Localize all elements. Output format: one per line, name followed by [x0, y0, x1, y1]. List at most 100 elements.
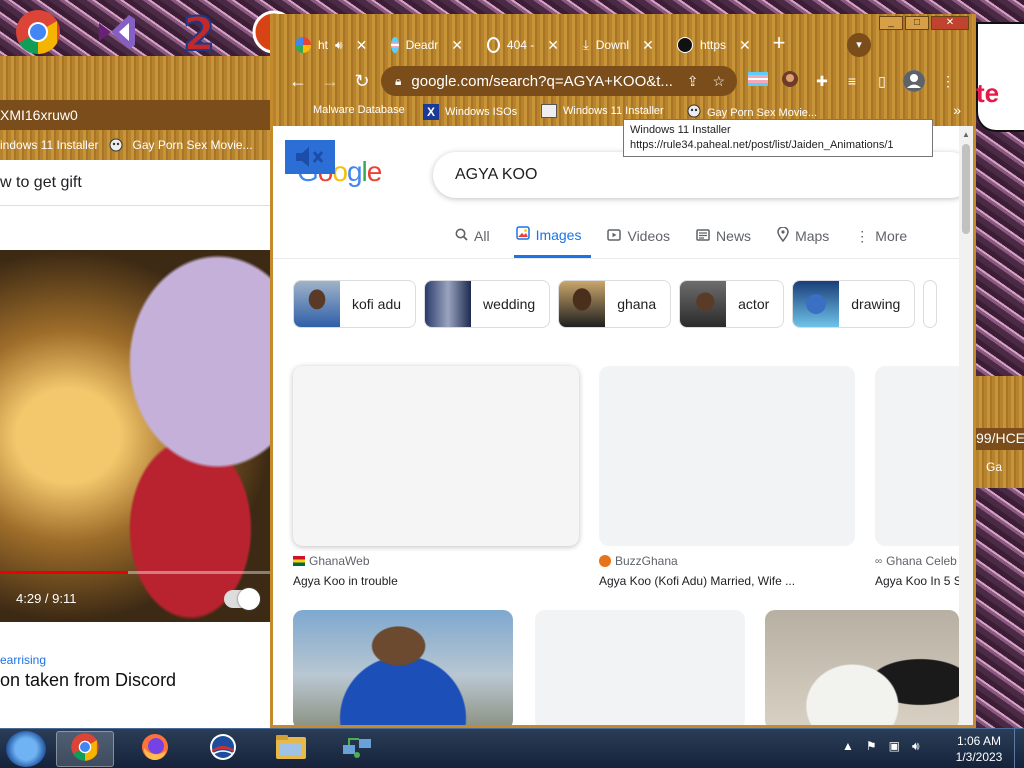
address-bar[interactable]: 🔒︎ google.com/search?q=AGYA+KOO&t... ⇪ ☆ [381, 66, 737, 96]
mascot-icon [109, 138, 123, 152]
extensions-puzzle-icon[interactable]: ✚ [811, 70, 833, 92]
close-tab-icon[interactable]: ✕ [642, 37, 654, 54]
forward-button[interactable]: → [317, 68, 343, 94]
image-result[interactable]: BuzzGhana Agya Koo (Kofi Adu) Married, W… [599, 366, 855, 588]
start-button[interactable] [6, 731, 46, 767]
tab-deadr[interactable]: Deadr ✕ [373, 32, 463, 58]
tab-videos[interactable]: Videos [605, 222, 680, 258]
chrome-window[interactable]: _ □ ✕ ht 🔊︎ ✕ Deadr ✕ 404 - ✕ ⤓ Downl ✕ … [270, 14, 976, 728]
close-button[interactable]: ✕ [931, 16, 969, 30]
side-panel-icon[interactable]: ▯ [871, 70, 893, 92]
extension-avatar-icon[interactable] [779, 70, 801, 92]
close-tab-icon[interactable]: ✕ [739, 37, 751, 54]
back-button[interactable]: ← [285, 68, 311, 94]
media-controls-icon[interactable]: ≡ [841, 70, 863, 92]
trans-flag-icon[interactable] [747, 70, 769, 92]
background-browser-window[interactable]: XMI16xruw0 indows 11 Installer Gay Porn … [0, 56, 272, 728]
speaker-icon[interactable]: 🔊︎ [335, 38, 343, 53]
reload-button[interactable]: ↻ [349, 68, 375, 94]
scroll-up-arrow-icon[interactable]: ▲ [962, 130, 970, 139]
chip-ghana[interactable]: ghana [558, 280, 672, 328]
visual-studio-icon[interactable] [90, 6, 142, 58]
number-two-icon[interactable]: 2 [172, 6, 224, 58]
taskbar-firefox[interactable] [126, 731, 184, 767]
tab-news[interactable]: News [694, 222, 761, 258]
image-result-photo[interactable] [293, 610, 513, 725]
bookmark-label[interactable]: Ga [986, 460, 1002, 474]
chip-actor[interactable]: actor [679, 280, 785, 328]
background-window-right[interactable]: te 99/HCE Ga [976, 0, 1024, 728]
lock-icon[interactable]: 🔒︎ [395, 74, 401, 89]
profile-avatar-icon[interactable] [903, 70, 925, 92]
chip-wedding[interactable]: wedding [424, 280, 551, 328]
chip-partial[interactable] [923, 280, 938, 328]
tab-search-button[interactable]: ▾ [847, 33, 871, 57]
new-tab-button[interactable]: + [767, 32, 791, 56]
show-desktop-button[interactable] [1014, 729, 1024, 768]
volume-icon[interactable]: 🔊︎ [912, 739, 920, 754]
image-result-placeholder[interactable] [535, 610, 745, 725]
tab-images[interactable]: Images [513, 222, 592, 258]
video-progress-bar[interactable] [0, 571, 272, 574]
result-title[interactable]: Agya Koo In 5 S [875, 574, 959, 588]
background-window-url[interactable]: XMI16xruw0 [0, 100, 272, 130]
video-channel[interactable]: earrising [0, 653, 46, 667]
network-tray-icon[interactable]: ▣ [889, 739, 900, 754]
background-window-url[interactable]: 99/HCE [976, 428, 1024, 450]
bookmark-star-icon[interactable]: ☆ [712, 73, 725, 90]
muted-speaker-icon[interactable] [285, 140, 335, 174]
clock[interactable]: 1:06 AM 1/3/2023 [944, 733, 1014, 765]
result-image-placeholder[interactable] [875, 366, 959, 546]
chip-drawing[interactable]: drawing [792, 280, 916, 328]
taskbar-chrome[interactable] [56, 731, 114, 767]
share-icon[interactable]: ⇪ [687, 73, 699, 90]
tab-404[interactable]: 404 - ✕ [469, 32, 559, 58]
close-tab-icon[interactable]: ✕ [356, 37, 368, 54]
result-source-label: GhanaWeb [309, 554, 370, 568]
show-hidden-icons-icon[interactable]: ▲ [842, 739, 854, 754]
tab-label: Videos [627, 228, 671, 244]
image-result[interactable]: GhanaWeb Agya Koo in trouble [293, 366, 579, 588]
search-input[interactable]: AGYA KOO [433, 152, 959, 198]
video-title[interactable]: on taken from Discord [0, 670, 176, 691]
autoplay-toggle[interactable] [224, 588, 260, 610]
video-player[interactable]: 4:29 / 9:11 [0, 250, 272, 622]
maximize-button[interactable]: □ [905, 16, 929, 30]
bookmark-windows-isos[interactable]: X Windows ISOs [423, 104, 517, 120]
image-result-photo[interactable] [765, 610, 959, 725]
tab-more[interactable]: ⋮ More [853, 222, 917, 258]
action-center-flag-icon[interactable]: ⚑ [866, 739, 877, 754]
tab-maps[interactable]: Maps [775, 222, 839, 258]
bookmark-label[interactable]: indows 11 Installer [0, 138, 99, 152]
bookmarks-overflow-button[interactable]: » [953, 102, 961, 118]
bookmark-tooltip: Windows 11 Installer https://rule34.pahe… [623, 119, 933, 157]
taskbar-file-explorer[interactable] [262, 731, 320, 767]
minimize-button[interactable]: _ [879, 16, 903, 30]
chrome-menu-icon[interactable]: ⋮ [937, 70, 959, 92]
background-window-search-text[interactable]: w to get gift [0, 160, 272, 206]
tab-label: Images [535, 226, 582, 243]
chrome-icon[interactable] [12, 6, 64, 58]
close-tab-icon[interactable]: ✕ [451, 37, 463, 54]
result-image-placeholder[interactable] [293, 366, 579, 546]
tab-https[interactable]: https ✕ [659, 32, 751, 58]
close-tab-icon[interactable]: ✕ [547, 37, 559, 54]
bookmark-windows-11-installer[interactable]: Windows 11 Installer [541, 104, 664, 118]
url-text[interactable]: google.com/search?q=AGYA+KOO&t... [411, 73, 676, 90]
result-title[interactable]: Agya Koo in trouble [293, 574, 579, 588]
taskbar-obama-logo[interactable] [194, 731, 252, 767]
taskbar-network[interactable] [328, 731, 386, 767]
chip-kofi-adu[interactable]: kofi adu [293, 280, 417, 328]
video-icon [607, 228, 622, 245]
result-image-placeholder[interactable] [599, 366, 855, 546]
tab-google-search[interactable]: ht 🔊︎ ✕ [277, 32, 369, 58]
result-title[interactable]: Agya Koo (Kofi Adu) Married, Wife ... [599, 574, 855, 588]
tab-all[interactable]: All [453, 222, 500, 258]
page-scrollbar[interactable]: ▲ [959, 126, 973, 725]
chrome-icon [70, 732, 100, 767]
bookmark-malware-database[interactable]: Malware Database [313, 104, 405, 116]
scrollbar-thumb[interactable] [962, 144, 970, 234]
bookmark-label[interactable]: Gay Porn Sex Movie... [133, 138, 253, 152]
tab-download[interactable]: ⤓ Downl ✕ [565, 32, 657, 58]
image-result[interactable]: ∞ Ghana Celeb Agya Koo In 5 S [875, 366, 959, 588]
